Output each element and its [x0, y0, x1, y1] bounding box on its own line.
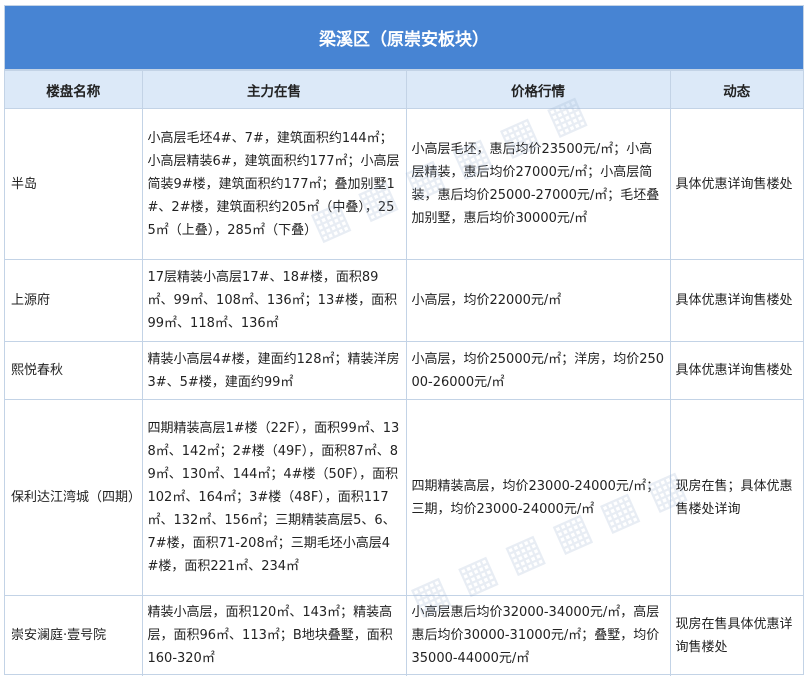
status-cell: 现房在售；具体优惠售楼处详询 [669, 399, 803, 596]
table-title: 梁溪区（原崇安板块） [5, 6, 803, 70]
table-row: 上源府 17层精装小高层17#、18#楼，面积89㎡、99㎡、108㎡、136㎡… [5, 259, 803, 342]
status-cell: 具体优惠详询售楼处 [669, 341, 803, 400]
header-project-name: 楼盘名称 [5, 70, 143, 109]
project-name-cell: 上源府 [5, 259, 143, 342]
status-cell: 具体优惠详询售楼处 [669, 108, 803, 260]
listing-table: 楼盘名称 主力在售 价格行情 动态 半岛 小高层毛坯4#、7#，建筑面积约144… [5, 70, 803, 676]
main-sale-cell: 精装小高层4#楼，建面约128㎡；精装洋房3#、5#楼，建面约99㎡ [141, 341, 407, 400]
project-name-cell: 崇安澜庭·壹号院 [5, 595, 143, 676]
price-cell: 小高层惠后均价32000-34000元/㎡，高层惠后均价30000-31000元… [405, 595, 671, 676]
table-row: 半岛 小高层毛坯4#、7#，建筑面积约144㎡；小高层精装6#，建筑面积约177… [5, 108, 803, 260]
price-cell: 小高层，均价25000元/㎡；洋房，均价25000-26000元/㎡ [405, 341, 671, 400]
status-cell: 具体优惠详询售楼处 [669, 259, 803, 342]
main-sale-cell: 17层精装小高层17#、18#楼，面积89㎡、99㎡、108㎡、136㎡；13#… [141, 259, 407, 342]
project-name-cell: 保利达江湾城（四期） [5, 399, 143, 596]
header-row: 楼盘名称 主力在售 价格行情 动态 [5, 70, 803, 109]
table-row: 崇安澜庭·壹号院 精装小高层，面积120㎡、143㎡；精装高层，面积96㎡、11… [5, 595, 803, 676]
main-sale-cell: 小高层毛坯4#、7#，建筑面积约144㎡；小高层精装6#，建筑面积约177㎡；小… [141, 108, 407, 260]
listing-table-frame: 梁溪区（原崇安板块） 楼盘名称 主力在售 价格行情 动态 半岛 小高层毛坯4#、… [4, 5, 804, 676]
header-price: 价格行情 [405, 70, 671, 109]
project-name-cell: 半岛 [5, 108, 143, 260]
header-status: 动态 [669, 70, 803, 109]
header-main-sale: 主力在售 [141, 70, 407, 109]
price-cell: 小高层，均价22000元/㎡ [405, 259, 671, 342]
table-row: 熙悦春秋 精装小高层4#楼，建面约128㎡；精装洋房3#、5#楼，建面约99㎡ … [5, 341, 803, 400]
price-cell: 小高层毛坯，惠后均价23500元/㎡；小高层精装，惠后均价27000元/㎡；小高… [405, 108, 671, 260]
project-name-cell: 熙悦春秋 [5, 341, 143, 400]
main-sale-cell: 精装小高层，面积120㎡、143㎡；精装高层，面积96㎡、113㎡；B地块叠墅，… [141, 595, 407, 676]
status-cell: 现房在售具体优惠详询售楼处 [669, 595, 803, 676]
price-cell: 四期精装高层，均价23000-24000元/㎡；三期，均价23000-24000… [405, 399, 671, 596]
main-sale-cell: 四期精装高层1#楼（22F），面积99㎡、138㎡、142㎡；2#楼（49F），… [141, 399, 407, 596]
table-row: 保利达江湾城（四期） 四期精装高层1#楼（22F），面积99㎡、138㎡、142… [5, 399, 803, 596]
